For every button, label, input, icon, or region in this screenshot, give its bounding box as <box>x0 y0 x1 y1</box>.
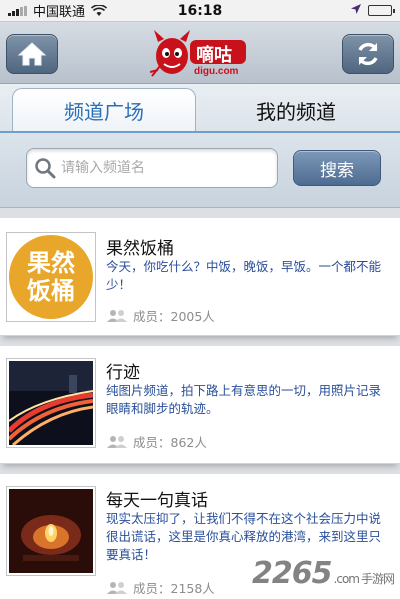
thumbnail-text: 果然饭桶 <box>27 249 75 305</box>
channel-thumbnail-badge: 果然饭桶 <box>9 235 93 319</box>
tabs-area: 频道广场 我的频道 搜索 <box>0 84 400 208</box>
channel-members: 成员：2158人 <box>106 578 215 597</box>
candle-hands-image <box>9 489 93 573</box>
site-watermark: 2265 .com 手游网 <box>252 556 395 591</box>
members-count: 成员：2005人 <box>133 309 215 324</box>
channel-item[interactable]: 果然饭桶 果然饭桶 今天，你吃什么？中饭，晚饭，早饭。一个都不能少！ 成员：20… <box>0 218 400 336</box>
wifi-icon <box>90 3 108 17</box>
channel-list: 果然饭桶 果然饭桶 今天，你吃什么？中饭，晚饭，早饭。一个都不能少！ 成员：20… <box>0 208 400 599</box>
members-count: 成员：862人 <box>133 435 207 450</box>
search-icon <box>35 158 56 179</box>
channel-description: 今天，你吃什么？中饭，晚饭，早饭。一个都不能少！ <box>106 259 382 292</box>
tab-channel-square[interactable]: 频道广场 <box>12 88 196 132</box>
channel-title: 每天一句真话 <box>106 491 208 511</box>
signal-icon <box>8 5 27 16</box>
search-button[interactable]: 搜索 <box>293 150 381 186</box>
channel-thumbnail <box>6 358 96 448</box>
watermark-brand: 2265 <box>252 556 332 591</box>
watermark-site-name: 手游网 <box>360 572 395 586</box>
channel-item[interactable]: 行迹 纯图片频道，拍下路上有意思的一切，用照片记录眼睛和脚步的轨迹。 成员：86… <box>0 346 400 464</box>
status-right <box>350 3 395 19</box>
members-icon <box>107 309 127 322</box>
home-button[interactable] <box>6 34 58 74</box>
tab-my-channels[interactable]: 我的频道 <box>204 88 388 132</box>
tab-divider <box>0 131 400 133</box>
channel-members: 成员：862人 <box>106 432 207 451</box>
status-bar: 中国联通 16:18 <box>0 0 400 22</box>
status-time: 16:18 <box>177 2 223 19</box>
search-input[interactable] <box>61 160 261 176</box>
night-road-image <box>7 361 94 447</box>
home-icon <box>17 42 47 66</box>
search-box <box>26 148 278 188</box>
channel-description: 纯图片频道，拍下路上有意思的一切，用照片记录眼睛和脚步的轨迹。 <box>106 383 382 416</box>
refresh-button[interactable] <box>342 34 394 74</box>
channel-members: 成员：2005人 <box>106 306 215 325</box>
channel-title: 果然饭桶 <box>106 239 174 259</box>
app-logo: 嘀咕 digu.com <box>149 26 250 82</box>
location-arrow-icon <box>350 3 362 19</box>
battery-icon <box>368 5 395 16</box>
carrier-label: 中国联通 <box>33 5 86 20</box>
refresh-icon <box>358 42 378 66</box>
channel-title: 行迹 <box>106 363 140 383</box>
logo-text: 嘀咕 <box>196 45 232 66</box>
logo-subtext: digu.com <box>194 66 239 77</box>
channel-thumbnail <box>6 486 96 576</box>
members-icon <box>107 435 127 448</box>
watermark-domain: .com <box>333 572 360 586</box>
app-header: 嘀咕 digu.com <box>0 22 400 84</box>
members-icon <box>107 581 127 594</box>
channel-thumbnail: 果然饭桶 <box>6 232 96 322</box>
members-count: 成员：2158人 <box>133 581 215 596</box>
status-left: 中国联通 <box>8 1 108 20</box>
